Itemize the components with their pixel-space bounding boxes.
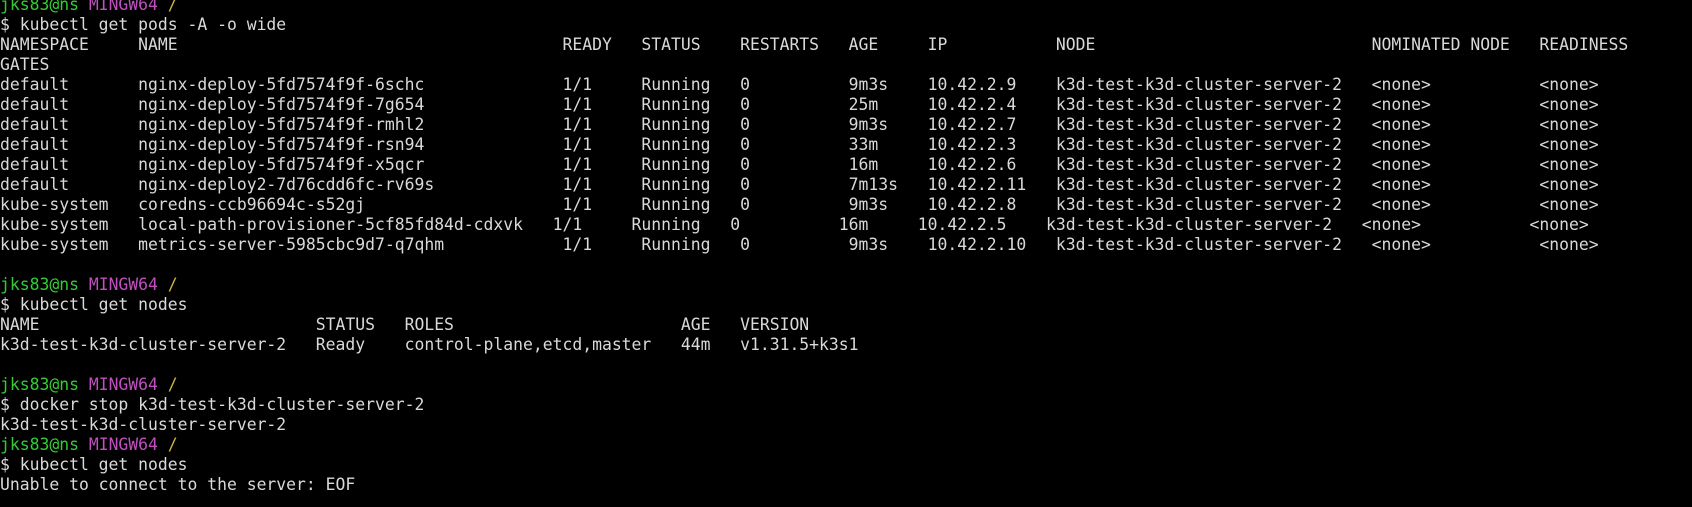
- prompt-path: /: [167, 0, 178, 14]
- line-text: $ docker stop k3d-test-k3d-cluster-serve…: [0, 395, 425, 414]
- prompt-path: /: [167, 375, 178, 394]
- prompt-line: jks83@ns MINGW64 /: [0, 435, 1692, 455]
- prompt-line: jks83@ns MINGW64 /: [0, 375, 1692, 395]
- line-text: kube-system local-path-provisioner-5cf85…: [0, 215, 1589, 234]
- output-line: kube-system local-path-provisioner-5cf85…: [0, 215, 1692, 235]
- line-text: default nginx-deploy-5fd7574f9f-7g654 1/…: [0, 95, 1599, 114]
- line-text: default nginx-deploy2-7d76cdd6fc-rv69s 1…: [0, 175, 1599, 194]
- line-text: $ kubectl get nodes: [0, 455, 188, 474]
- output-line: kube-system metrics-server-5985cbc9d7-q7…: [0, 235, 1692, 255]
- line-text: kube-system coredns-ccb96694c-s52gj 1/1 …: [0, 195, 1599, 214]
- output-line: default nginx-deploy-5fd7574f9f-7g654 1/…: [0, 95, 1692, 115]
- prompt-path: /: [167, 275, 178, 294]
- prompt-user: jks83@ns: [0, 375, 79, 394]
- line-text: NAME STATUS ROLES AGE VERSION: [0, 315, 810, 334]
- output-line: default nginx-deploy-5fd7574f9f-rmhl2 1/…: [0, 115, 1692, 135]
- prompt-user: jks83@ns: [0, 0, 79, 14]
- output-line: default nginx-deploy-5fd7574f9f-rsn94 1/…: [0, 135, 1692, 155]
- line-text: default nginx-deploy-5fd7574f9f-rmhl2 1/…: [0, 115, 1599, 134]
- line-text: GATES: [0, 55, 50, 74]
- prompt-env: MINGW64: [88, 435, 158, 454]
- command-line: $ kubectl get pods -A -o wide: [0, 15, 1692, 35]
- line-text: NAMESPACE NAME READY STATUS RESTARTS AGE…: [0, 35, 1629, 54]
- prompt-user: jks83@ns: [0, 275, 79, 294]
- command-line: $ kubectl get nodes: [0, 455, 1692, 475]
- output-line: GATES: [0, 55, 1692, 75]
- prompt-env: MINGW64: [88, 275, 158, 294]
- output-line: k3d-test-k3d-cluster-server-2 Ready cont…: [0, 335, 1692, 355]
- line-text: Unable to connect to the server: EOF: [0, 475, 356, 494]
- line-text: k3d-test-k3d-cluster-server-2 Ready cont…: [0, 335, 859, 354]
- line-text: $ kubectl get nodes: [0, 295, 188, 314]
- output-line: default nginx-deploy2-7d76cdd6fc-rv69s 1…: [0, 175, 1692, 195]
- output-line: default nginx-deploy-5fd7574f9f-6schc 1/…: [0, 75, 1692, 95]
- command-line: $ docker stop k3d-test-k3d-cluster-serve…: [0, 395, 1692, 415]
- prompt-path: /: [167, 435, 178, 454]
- prompt-env: MINGW64: [88, 0, 158, 14]
- line-text: $ kubectl get pods -A -o wide: [0, 15, 287, 34]
- line-text: default nginx-deploy-5fd7574f9f-rsn94 1/…: [0, 135, 1599, 154]
- output-line: NAME STATUS ROLES AGE VERSION: [0, 315, 1692, 335]
- line-text: default nginx-deploy-5fd7574f9f-x5qcr 1/…: [0, 155, 1599, 174]
- prompt-user: jks83@ns: [0, 435, 79, 454]
- prompt-env: MINGW64: [88, 375, 158, 394]
- output-line: Unable to connect to the server: EOF: [0, 475, 1692, 495]
- command-line: $ kubectl get nodes: [0, 295, 1692, 315]
- output-line: default nginx-deploy-5fd7574f9f-x5qcr 1/…: [0, 155, 1692, 175]
- line-text: kube-system metrics-server-5985cbc9d7-q7…: [0, 235, 1599, 254]
- prompt-line: jks83@ns MINGW64 /: [0, 0, 1692, 15]
- output-line: kube-system coredns-ccb96694c-s52gj 1/1 …: [0, 195, 1692, 215]
- prompt-line: jks83@ns MINGW64 /: [0, 275, 1692, 295]
- output-line: k3d-test-k3d-cluster-server-2: [0, 415, 1692, 435]
- terminal-window[interactable]: jks83@ns MINGW64 /$ kubectl get pods -A …: [0, 0, 1692, 507]
- line-text: default nginx-deploy-5fd7574f9f-6schc 1/…: [0, 75, 1599, 94]
- line-text: k3d-test-k3d-cluster-server-2: [0, 415, 287, 434]
- output-line: NAMESPACE NAME READY STATUS RESTARTS AGE…: [0, 35, 1692, 55]
